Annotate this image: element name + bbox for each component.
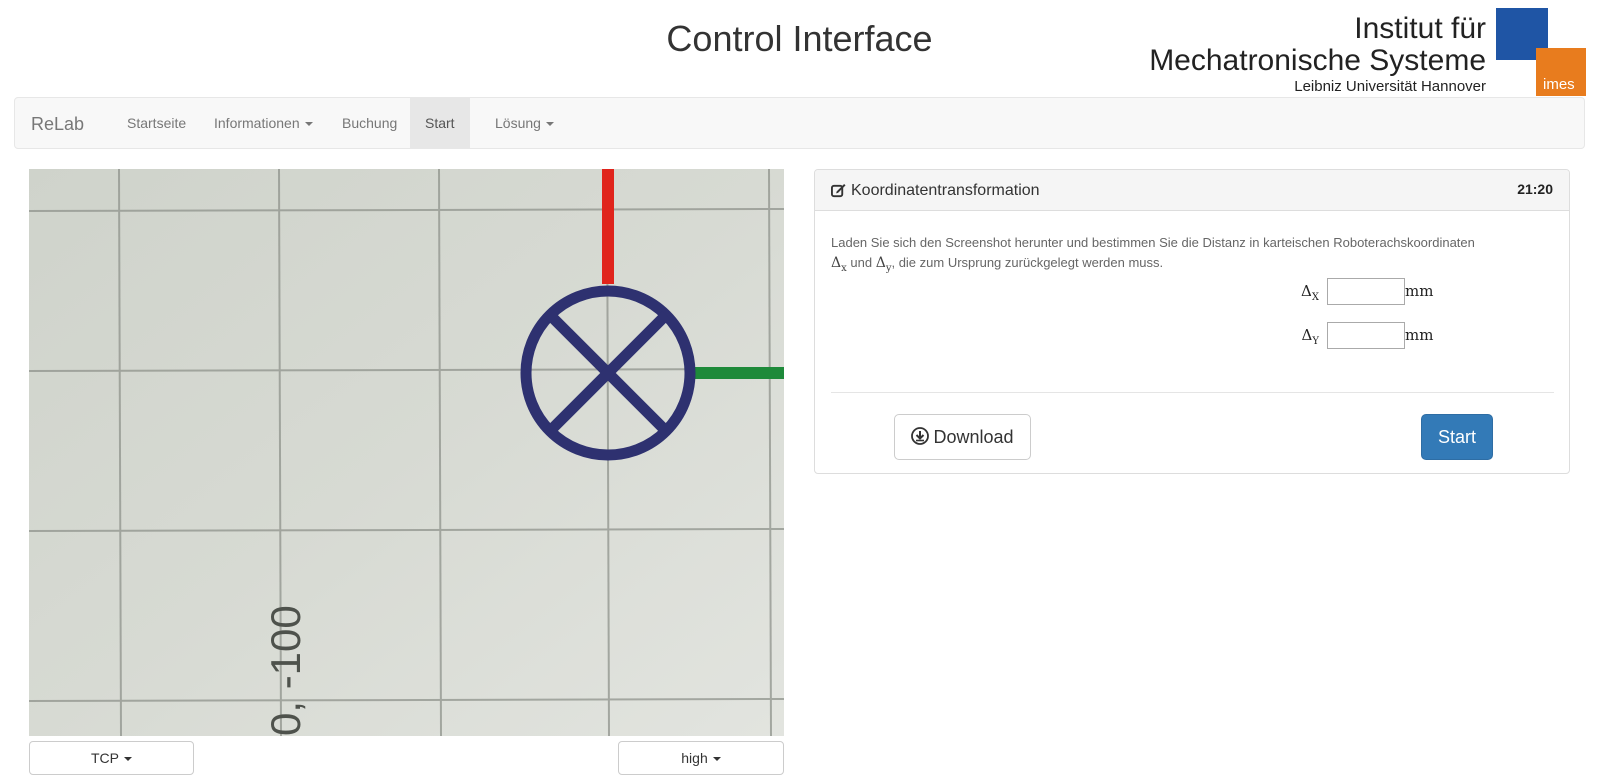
logo-mark: imes [1543, 76, 1575, 93]
nav-item-informationen[interactable]: Informationen [199, 98, 328, 148]
delta-y-unit: mm [1405, 326, 1434, 344]
camera-image: 0, -100 [29, 169, 784, 736]
delta-x-symbol: Δx [831, 255, 847, 274]
nav-item-label: Informationen [214, 115, 300, 131]
caret-down-icon [545, 122, 554, 127]
download-button[interactable]: Download [894, 414, 1031, 460]
nav-item-loesung[interactable]: Lösung [480, 98, 569, 148]
nav-item-label: Lösung [495, 115, 541, 131]
delta-x-label: ΔX [1301, 282, 1319, 303]
task-text-part2: , die zum Ursprung zurückgelegt werden m… [891, 255, 1164, 270]
grid-coordinate-label: 0, -100 [262, 605, 309, 736]
delta-x-input[interactable] [1327, 278, 1405, 305]
task-text-und: und [846, 255, 876, 270]
quality-select-label: high [681, 750, 708, 766]
delta-y-input[interactable] [1327, 322, 1405, 349]
mode-select-button[interactable]: TCP [29, 741, 194, 775]
panel-divider [831, 392, 1554, 393]
delta-x-unit: mm [1405, 282, 1434, 300]
countdown-timer: 21:20 [1517, 181, 1553, 197]
quality-select-button[interactable]: high [618, 741, 784, 775]
nav-item-label: Startseite [127, 115, 187, 131]
nav-item-buchung[interactable]: Buchung [327, 98, 412, 148]
page-header: Control Interface Institut für Mechatron… [0, 0, 1599, 96]
start-button[interactable]: Start [1421, 414, 1493, 460]
task-description: Laden Sie sich den Screenshot herunter u… [831, 233, 1561, 279]
panel-heading: Koordinatentransformation 21:20 [815, 170, 1569, 211]
start-label: Start [1437, 427, 1476, 447]
edit-icon [831, 183, 846, 198]
main-navbar: ReLab Startseite Informationen Buchung S… [14, 97, 1585, 149]
caret-down-icon [124, 757, 132, 762]
download-label: Download [933, 427, 1014, 447]
camera-feed: 0, -100 [29, 169, 784, 736]
download-icon [911, 427, 930, 445]
institute-logo[interactable]: Institut für Mechatronische Systeme Leib… [1149, 8, 1586, 96]
task-text-part1: Laden Sie sich den Screenshot herunter u… [831, 235, 1475, 250]
nav-item-start[interactable]: Start [410, 98, 470, 148]
caret-down-icon [304, 122, 313, 127]
nav-item-label: Buchung [342, 115, 398, 131]
nav-item-startseite[interactable]: Startseite [112, 98, 201, 148]
panel-title: Koordinatentransformation [851, 182, 1040, 199]
navbar-brand[interactable]: ReLab [31, 114, 84, 135]
logo-line-1: Institut für [1354, 12, 1486, 45]
mode-select-label: TCP [91, 750, 119, 766]
logo-line-3: Leibniz Universität Hannover [1294, 78, 1486, 95]
logo-line-2: Mechatronische Systeme [1149, 44, 1486, 77]
nav-item-label: Start [425, 115, 455, 131]
caret-down-icon [712, 757, 721, 762]
delta-y-label: ΔY [1301, 326, 1319, 347]
delta-y-symbol: Δy [875, 255, 892, 274]
task-panel: Koordinatentransformation 21:20 Laden Si… [814, 169, 1570, 474]
